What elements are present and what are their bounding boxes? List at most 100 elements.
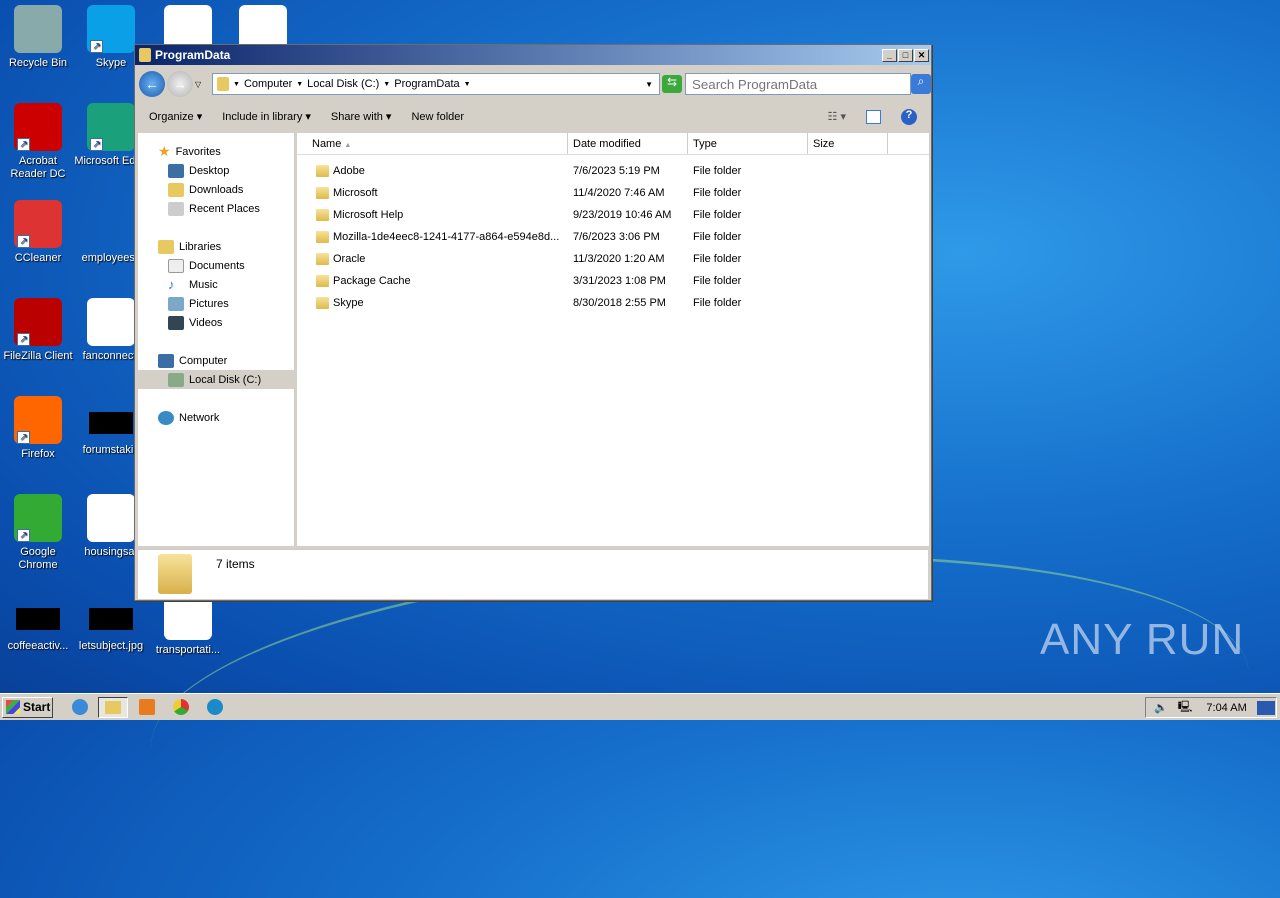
desktop-icon[interactable]: ↗Firefox <box>0 396 76 461</box>
nav-libraries[interactable]: Libraries <box>158 237 221 256</box>
chrome-icon[interactable] <box>173 699 189 715</box>
drive-icon <box>168 373 184 387</box>
desktop-icon-label: transportati... <box>150 644 226 657</box>
desktop-icon-image <box>89 412 133 434</box>
desktop-icon-image <box>89 608 133 630</box>
file-date: 11/4/2020 7:46 AM <box>573 187 665 199</box>
nav-downloads[interactable]: Downloads <box>168 180 243 199</box>
desktop-icon-image: ↗ <box>14 200 62 248</box>
desktop-icon-image <box>87 494 135 542</box>
explorer-taskbar-button[interactable] <box>98 697 128 718</box>
windows-logo-icon <box>6 700 20 714</box>
explorer-window: ProgramData _□✕ ← → ▽ ▼ Computer▼ Local … <box>134 44 932 601</box>
desktop-icon[interactable]: ↗FileZilla Client <box>0 298 76 363</box>
file-name: Skype <box>333 297 364 309</box>
column-header-name[interactable]: Name ▲ <box>297 133 568 154</box>
clock[interactable]: 7:04 AM <box>1206 702 1246 714</box>
column-header-type[interactable]: Type <box>688 133 808 154</box>
desktop-icon[interactable]: ↗Acrobat Reader DC <box>0 103 76 181</box>
network-icon <box>158 411 174 425</box>
title-bar[interactable]: ProgramData _□✕ <box>135 45 931 65</box>
desktop-icon-label: Google Chrome <box>0 546 76 572</box>
file-date: 9/23/2019 10:46 AM <box>573 209 671 221</box>
file-name: Oracle <box>333 253 365 265</box>
start-button[interactable]: Start <box>2 697 53 718</box>
status-bar: 7 items <box>138 549 928 599</box>
address-dropdown[interactable]: ▼ <box>645 80 653 89</box>
desktop-icon[interactable]: Recycle Bin <box>0 5 76 70</box>
nav-videos[interactable]: Videos <box>168 313 222 332</box>
breadcrumb-programdata[interactable]: ProgramData <box>394 78 459 90</box>
navigation-pane: ★Favorites Desktop Downloads Recent Plac… <box>138 133 295 546</box>
pictures-icon <box>168 297 184 311</box>
preview-pane-icon[interactable] <box>866 110 881 124</box>
help-icon[interactable]: ? <box>901 109 917 125</box>
file-date: 8/30/2018 2:55 PM <box>573 297 666 309</box>
file-row[interactable]: Microsoft 11/4/2020 7:46 AM File folder <box>297 183 897 203</box>
forward-button[interactable]: → <box>167 71 193 97</box>
refresh-icon[interactable]: ⇆ <box>662 75 682 93</box>
folder-icon <box>316 297 329 309</box>
nav-computer[interactable]: Computer <box>158 351 227 370</box>
column-header-size[interactable]: Size <box>808 133 888 154</box>
column-header-date[interactable]: Date modified <box>568 133 688 154</box>
desktop-icon[interactable]: transportati... <box>150 592 226 657</box>
file-row[interactable]: Skype 8/30/2018 2:55 PM File folder <box>297 293 897 313</box>
breadcrumb-computer[interactable]: Computer <box>244 78 292 90</box>
taskbar: Start 🔈 🖳 7:04 AM <box>0 693 1280 720</box>
folder-icon <box>217 77 229 91</box>
ie-icon[interactable] <box>72 699 88 715</box>
nav-recent-places[interactable]: Recent Places <box>168 199 260 218</box>
desktop-icon[interactable]: letsubject.jpg <box>73 592 149 653</box>
desktop-icon-label: CCleaner <box>0 252 76 265</box>
file-name: Package Cache <box>333 275 411 287</box>
nav-documents[interactable]: Documents <box>168 256 245 275</box>
file-row[interactable]: Adobe 7/6/2023 5:19 PM File folder <box>297 161 897 181</box>
desktop-icon-image <box>16 608 60 630</box>
view-options-icon[interactable]: ☷ ▾ <box>828 110 846 123</box>
file-row[interactable]: Microsoft Help 9/23/2019 10:46 AM File f… <box>297 205 897 225</box>
videos-icon <box>168 316 184 330</box>
desktop-icon-image <box>87 200 135 248</box>
media-player-icon[interactable] <box>139 699 155 715</box>
volume-icon[interactable]: 🔈 <box>1154 701 1168 714</box>
share-with-button[interactable]: Share with ▾ <box>331 110 392 123</box>
desktop-icon[interactable]: ↗Google Chrome <box>0 494 76 572</box>
desktop-icon[interactable]: ↗ CCleaner <box>0 200 76 265</box>
file-date: 7/6/2023 3:06 PM <box>573 231 660 243</box>
recent-pages-dropdown[interactable]: ▽ <box>195 80 201 89</box>
close-button[interactable]: ✕ <box>914 49 929 62</box>
maximize-button[interactable]: □ <box>898 49 913 62</box>
nav-local-disk[interactable]: Local Disk (C:) <box>138 370 295 389</box>
file-list: Name ▲ Date modified Type Size Adobe 7/6… <box>297 133 929 546</box>
minimize-button[interactable]: _ <box>882 49 897 62</box>
file-row[interactable]: Package Cache 3/31/2023 1:08 PM File fol… <box>297 271 897 291</box>
network-tray-icon[interactable]: 🖳 <box>1178 698 1193 717</box>
search-icon[interactable]: ⌕ <box>911 74 931 94</box>
address-bar[interactable]: ▼ Computer▼ Local Disk (C:)▼ ProgramData… <box>212 73 660 95</box>
libraries-icon <box>158 240 174 254</box>
file-type: File folder <box>693 187 741 199</box>
new-folder-button[interactable]: New folder <box>411 111 464 123</box>
file-row[interactable]: Oracle 11/3/2020 1:20 AM File folder <box>297 249 897 269</box>
nav-music[interactable]: ♪Music <box>168 275 218 294</box>
back-button[interactable]: ← <box>139 71 165 97</box>
recent-places-icon <box>168 202 184 216</box>
nav-pictures[interactable]: Pictures <box>168 294 229 313</box>
edge-icon[interactable] <box>207 699 223 715</box>
nav-favorites[interactable]: ★Favorites <box>158 142 221 161</box>
desktop-icon-image <box>87 298 135 346</box>
file-row[interactable]: Mozilla-1de4eec8-1241-4177-a864-e594e8d.… <box>297 227 897 247</box>
search-input[interactable] <box>685 73 911 95</box>
desktop-icon-label: coffeeactiv... <box>0 640 76 653</box>
folder-icon <box>316 275 329 287</box>
breadcrumb-local-disk[interactable]: Local Disk (C:) <box>307 78 379 90</box>
nav-desktop[interactable]: Desktop <box>168 161 229 180</box>
desktop-icon[interactable]: coffeeactiv... <box>0 592 76 653</box>
show-desktop-icon[interactable] <box>1257 701 1275 715</box>
include-in-library-button[interactable]: Include in library ▾ <box>222 110 311 123</box>
nav-network[interactable]: Network <box>158 408 219 427</box>
file-name: Microsoft Help <box>333 209 403 221</box>
organize-button[interactable]: Organize ▾ <box>149 110 202 123</box>
file-name: Microsoft <box>333 187 378 199</box>
